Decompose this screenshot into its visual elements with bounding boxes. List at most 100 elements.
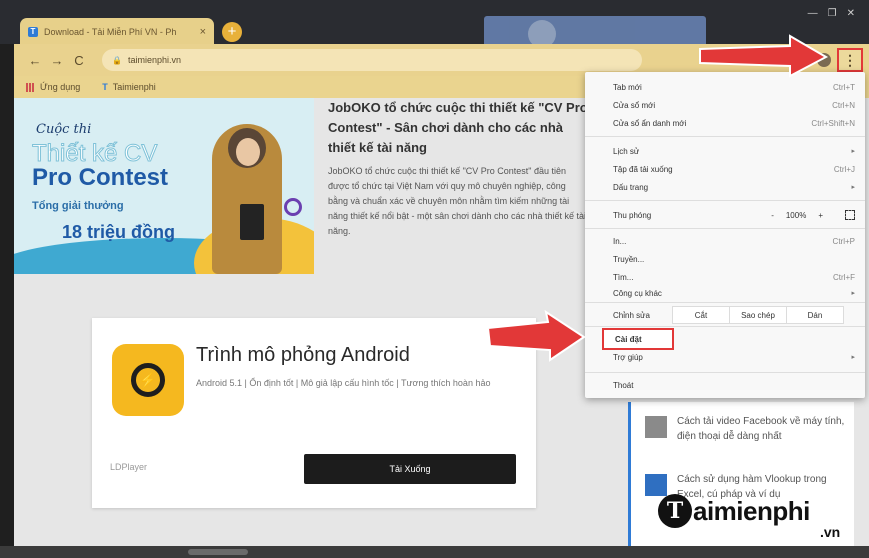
fullscreen-icon[interactable] <box>845 210 855 220</box>
menu-item-incognito[interactable]: Cửa sổ ẩn danh mới Ctrl+Shift+N <box>585 114 865 132</box>
zoom-level: 100% <box>785 210 807 220</box>
banner-tablet <box>240 204 264 240</box>
zoom-in-button[interactable]: + <box>818 211 823 220</box>
tab-title: Download - Tải Miễn Phí VN - Ph <box>44 27 177 37</box>
submenu-arrow-icon: ▸ <box>851 354 855 361</box>
menu-shortcut: Ctrl+Shift+N <box>811 118 855 128</box>
menu-divider <box>585 228 865 229</box>
screenshot-frame: T Download - Tải Miễn Phí VN - Ph × + — … <box>0 0 869 558</box>
watermark-tld: .vn <box>820 524 841 540</box>
taimienphi-watermark: T aimienphi .vn <box>658 494 840 540</box>
menu-item-cast[interactable]: Truyền... <box>585 250 865 268</box>
address-text: taimienphi.vn <box>127 55 181 65</box>
menu-item-exit[interactable]: Thoát <box>585 376 865 394</box>
article-heading[interactable]: JobOKO tổ chức cuộc thi thiết kế "CV Pro… <box>328 98 588 158</box>
bookmark-label: Ứng dụng <box>40 82 81 92</box>
menu-label: Dấu trang <box>613 182 649 192</box>
menu-divider <box>585 136 865 137</box>
maximize-button[interactable]: ❐ <box>828 8 837 19</box>
zoom-out-button[interactable]: - <box>771 211 774 220</box>
new-tab-button[interactable]: + <box>222 22 242 42</box>
menu-item-help[interactable]: Trợ giúp ▸ <box>585 348 865 366</box>
menu-zoom-row: Thu phóng - 100% + <box>585 204 865 226</box>
menu-shortcut: Ctrl+F <box>833 272 855 282</box>
watermark-name: aimienphi <box>693 495 810 526</box>
app-description: Android 5.1 | Ổn định tốt | Mô giả lập c… <box>196 378 491 388</box>
paste-button[interactable]: Dán <box>786 306 844 324</box>
menu-shortcut: Ctrl+J <box>833 164 855 174</box>
article-preview: JobOKO tổ chức cuộc thi thiết kế "CV Pro… <box>328 98 588 274</box>
menu-divider <box>585 200 865 201</box>
menu-item-bookmarks[interactable]: Dấu trang ▸ <box>585 178 865 196</box>
tab-favicon-icon: T <box>28 27 38 37</box>
download-button[interactable]: Tải Xuống <box>304 454 516 484</box>
app-name[interactable]: Trình mô phỏng Android <box>196 344 410 367</box>
menu-divider <box>585 326 865 327</box>
list-item[interactable]: Cách tải video Facebook về máy tính, điệ… <box>645 414 855 444</box>
menu-item-downloads[interactable]: Tập đã tải xuống Ctrl+J <box>585 160 865 178</box>
banner-person-face <box>236 138 260 166</box>
menu-divider <box>585 302 865 303</box>
menu-label: In... <box>613 236 627 246</box>
menu-label: Trợ giúp <box>613 352 643 362</box>
horizontal-scrollbar[interactable] <box>0 546 869 558</box>
menu-item-new-tab[interactable]: Tab mới Ctrl+T <box>585 78 865 96</box>
submenu-arrow-icon: ▸ <box>851 290 855 297</box>
menu-label: Truyền... <box>613 254 645 264</box>
article-thumb-icon <box>645 416 667 438</box>
browser-tab[interactable]: T Download - Tải Miễn Phí VN - Ph × <box>20 18 214 46</box>
app-card: ⚡ Trình mô phỏng Android Android 5.1 | Ổ… <box>92 318 536 508</box>
contest-banner[interactable]: Cuộc thi Thiết kế CV Pro Contest Tổng gi… <box>14 98 314 274</box>
back-button[interactable]: ← <box>24 53 46 68</box>
profile-icon[interactable] <box>817 53 831 67</box>
reload-button[interactable]: C <box>68 53 90 68</box>
copy-button[interactable]: Sao chép <box>729 306 787 324</box>
bookmark-taimienphi[interactable]: T Taimienphi <box>102 82 156 92</box>
menu-label: Tìm... <box>613 272 634 282</box>
banner-line-4: Tổng giải thưởng <box>32 200 124 212</box>
cut-button[interactable]: Cắt <box>672 306 730 324</box>
menu-label: Cửa sổ mới <box>613 100 656 110</box>
menu-label: Thu phóng <box>613 210 652 220</box>
scrollbar-thumb[interactable] <box>188 549 248 555</box>
banner-line-3: Pro Contest <box>32 164 169 191</box>
article-thumb-icon <box>645 474 667 496</box>
menu-label: Tab mới <box>613 82 642 92</box>
submenu-arrow-icon: ▸ <box>851 148 855 155</box>
lock-icon: 🔒 <box>112 55 122 65</box>
tab-close-icon[interactable]: × <box>200 26 206 38</box>
menu-item-new-window[interactable]: Cửa sổ mới Ctrl+N <box>585 96 865 114</box>
forward-button[interactable]: → <box>46 53 68 68</box>
menu-item-more-tools[interactable]: Công cụ khác ▸ <box>585 284 865 302</box>
chrome-menu-button[interactable]: ⋮ <box>837 48 863 72</box>
menu-edit-row: Chỉnh sửa Cắt Sao chép Dán <box>585 304 865 326</box>
menu-label: Tập đã tải xuống <box>613 164 673 174</box>
bookmark-apps[interactable]: Ứng dụng <box>26 82 80 92</box>
submenu-arrow-icon: ▸ <box>851 184 855 191</box>
app-vendor: LDPlayer <box>110 462 148 472</box>
menu-shortcut: Ctrl+T <box>833 82 855 92</box>
taimienphi-logo-icon: T <box>102 82 108 92</box>
address-bar[interactable]: 🔒 taimienphi.vn <box>102 49 642 71</box>
menu-label: Chỉnh sửa <box>613 310 650 320</box>
tab-strip: T Download - Tải Miễn Phí VN - Ph × + — … <box>0 0 869 52</box>
menu-label: Cửa sổ ẩn danh mới <box>613 118 687 128</box>
menu-label: Lịch sử <box>613 146 640 156</box>
taimienphi-logo-icon: T <box>658 494 692 528</box>
menu-item-history[interactable]: Lịch sử ▸ <box>585 142 865 160</box>
banner-ring-icon <box>284 198 302 216</box>
banner-line-1: Cuộc thi <box>36 122 92 137</box>
chrome-menu: Tab mới Ctrl+T Cửa sổ mới Ctrl+N Cửa sổ ẩn… <box>585 72 865 398</box>
close-window-button[interactable]: ✕ <box>847 8 855 19</box>
menu-divider <box>585 372 865 373</box>
list-item-text: Cách tải video Facebook về máy tính, điệ… <box>677 416 845 442</box>
window-controls: — ❐ ✕ <box>808 8 855 19</box>
menu-shortcut: Ctrl+P <box>832 236 855 246</box>
zoom-controls: - 100% + <box>771 211 823 220</box>
menu-item-settings[interactable]: Cài đặt <box>602 328 674 350</box>
menu-item-print[interactable]: In... Ctrl+P <box>585 232 865 250</box>
apps-grid-icon <box>26 82 35 92</box>
minimize-button[interactable]: — <box>808 8 818 19</box>
ldplayer-app-icon: ⚡ <box>112 344 184 416</box>
menu-label: Thoát <box>613 380 634 390</box>
